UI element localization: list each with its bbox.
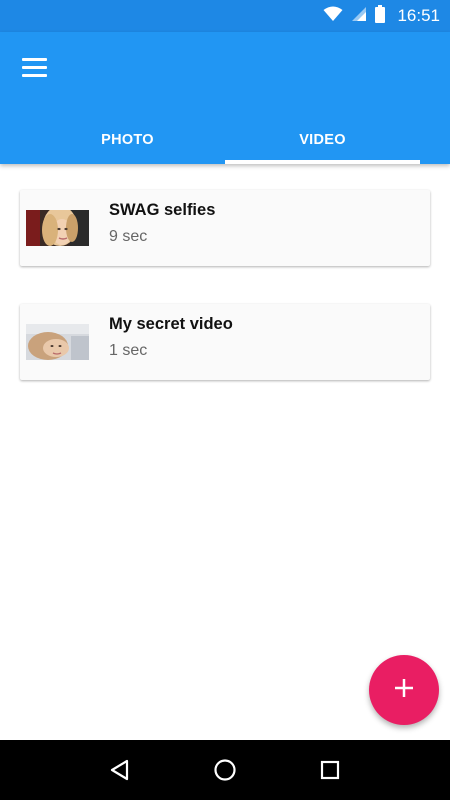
tab-video-label: VIDEO: [299, 132, 346, 148]
menu-icon[interactable]: [22, 54, 48, 80]
video-duration: 1 sec: [109, 342, 148, 359]
video-title: SWAG selfies: [109, 201, 216, 219]
status-icons: 16:51: [323, 0, 440, 32]
status-bar: 16:51: [0, 0, 450, 32]
tab-bar: PHOTO VIDEO: [30, 116, 420, 164]
tab-photo-label: PHOTO: [101, 132, 154, 148]
video-title: My secret video: [109, 315, 233, 333]
add-video-button[interactable]: [369, 655, 439, 725]
wifi-icon: [323, 6, 343, 27]
status-time: 16:51: [397, 6, 440, 25]
video-thumbnail: [26, 324, 89, 360]
tab-indicator: [225, 160, 420, 164]
recents-icon[interactable]: [310, 750, 350, 790]
video-card[interactable]: My secret video 1 sec: [20, 304, 430, 380]
home-icon[interactable]: [205, 750, 245, 790]
video-thumbnail: [26, 210, 89, 246]
video-duration: 9 sec: [109, 228, 148, 245]
tab-photo[interactable]: PHOTO: [30, 116, 225, 164]
tab-video[interactable]: VIDEO: [225, 116, 420, 164]
back-icon[interactable]: [100, 750, 140, 790]
battery-icon: [375, 4, 386, 28]
signal-icon: [351, 6, 367, 27]
app-screen: 16:51 PHOTO VIDEO SWAG selfies 9 sec My …: [0, 0, 450, 800]
system-nav-bar: [0, 740, 450, 800]
video-card[interactable]: SWAG selfies 9 sec: [20, 190, 430, 266]
app-bar: PHOTO VIDEO: [0, 32, 450, 164]
plus-icon: [394, 678, 414, 703]
